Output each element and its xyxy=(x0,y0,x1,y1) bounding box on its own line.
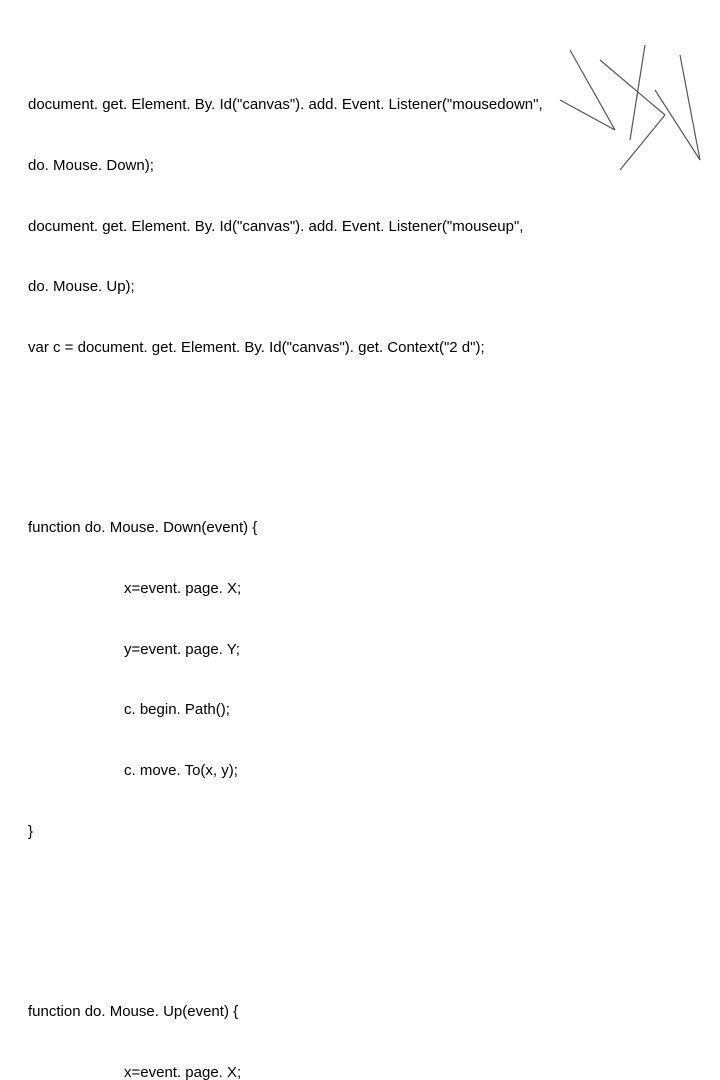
code-line: document. get. Element. By. Id("canvas")… xyxy=(28,217,543,237)
code-line: function do. Mouse. Up(event) { xyxy=(28,1002,543,1022)
code-line: x=event. page. X; xyxy=(28,1063,543,1080)
code-line: c. begin. Path(); xyxy=(28,700,543,720)
code-line: c. move. To(x, y); xyxy=(28,761,543,781)
code-listing: document. get. Element. By. Id("canvas")… xyxy=(28,14,543,1080)
code-line: x=event. page. X; xyxy=(28,579,543,599)
code-line: do. Mouse. Down); xyxy=(28,156,543,176)
code-line: function do. Mouse. Down(event) { xyxy=(28,518,543,538)
code-line: y=event. page. Y; xyxy=(28,640,543,660)
code-line: var c = document. get. Element. By. Id("… xyxy=(28,338,543,358)
code-line: do. Mouse. Up); xyxy=(28,277,543,297)
code-block-mousedown: function do. Mouse. Down(event) { x=even… xyxy=(28,478,543,883)
canvas-scribble-illustration xyxy=(550,40,710,180)
code-block-mouseup: function do. Mouse. Up(event) { x=event.… xyxy=(28,961,543,1080)
code-block-setup: document. get. Element. By. Id("canvas")… xyxy=(28,55,543,399)
code-line: document. get. Element. By. Id("canvas")… xyxy=(28,95,543,115)
code-line: } xyxy=(28,822,543,842)
